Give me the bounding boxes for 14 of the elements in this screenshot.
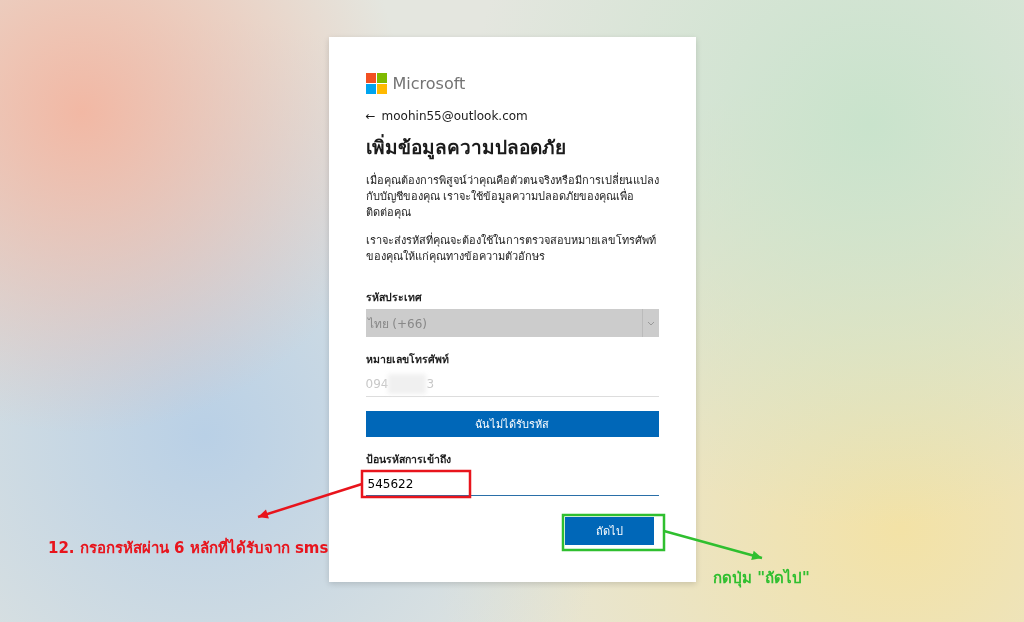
field-label: รหัสประเทศ (365, 290, 423, 305)
description-text: เมื่อคุณต้องการพิสูจน์ว่าคุณคือตัวตนจริงหรือมีการเปลี่ยนแปลงกับบัญชีของคุณ เราจะใช้ข้อมูลความปลอดภัยของคุณเพื่อติดต่อคุณ (365, 173, 659, 221)
resend-code-button[interactable]: ฉันไม่ได้รับรหัส (365, 411, 659, 437)
field-label: ป้อนรหัสการเข้าถึง (365, 452, 452, 467)
annotation-text: กดปุ่ม "ถัดไป" (713, 567, 810, 590)
next-button[interactable]: ถัดไป (564, 517, 654, 545)
logo-icon (365, 72, 387, 94)
annotation-text: 12. กรอกรหัสผ่าน 6 หลักที่ได้รับจาก sms (48, 536, 329, 559)
description-text: เราจะส่งรหัสที่คุณจะต้องใช้ในการตรวจสอบหมายเลขโทรศัพท์ของคุณให้แก่คุณทางข้อความตัวอักษร (365, 233, 657, 265)
brand-name: Microsoft (392, 73, 466, 93)
page-title: เพิ่มข้อมูลความปลอดภัย (365, 133, 567, 161)
back-button[interactable]: ← (365, 109, 376, 123)
field-label: หมายเลขโทรศัพท์ (365, 352, 450, 367)
account-email: moohin55@outlook.com (381, 109, 528, 123)
